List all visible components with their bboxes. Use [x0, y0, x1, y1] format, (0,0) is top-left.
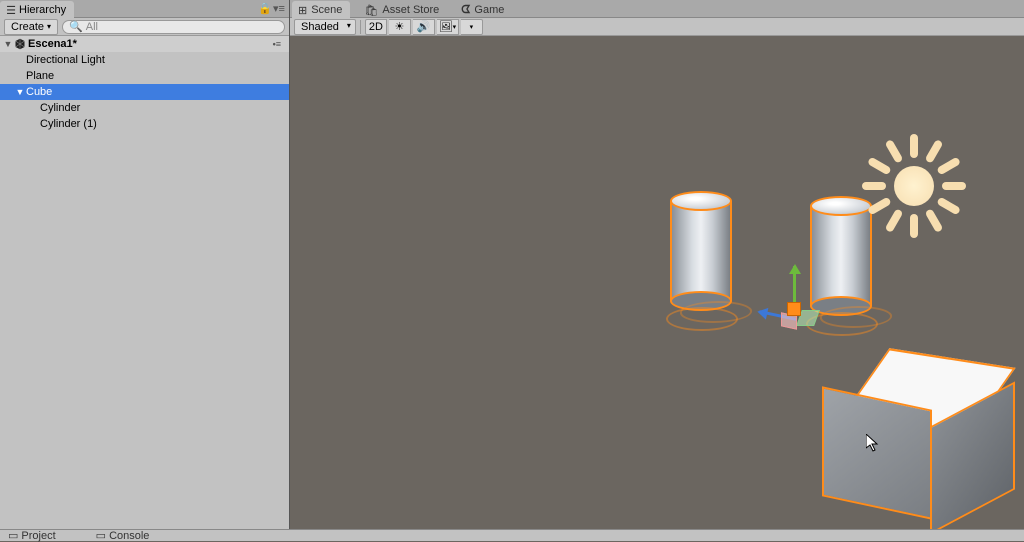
tab-label: Scene: [311, 4, 342, 16]
sun-ray: [910, 214, 918, 238]
cube-front-face: [822, 386, 932, 519]
fold-icon[interactable]: ▼: [14, 87, 26, 97]
tab-label: Game: [474, 4, 504, 16]
tab-game[interactable]: ᗧ Game: [455, 1, 512, 18]
toggle-2d-button[interactable]: 2D: [365, 19, 387, 35]
sun-ray: [867, 197, 892, 216]
sun-icon: ☀: [395, 20, 405, 33]
cylinder-top: [810, 196, 872, 216]
hierarchy-item[interactable]: Cylinder: [0, 100, 289, 116]
gizmo-y-axis[interactable]: [793, 266, 796, 306]
shading-mode-label: Shaded: [301, 21, 339, 33]
bottom-tab-bar: ▭ Project ▭ Console: [0, 529, 1024, 541]
toggle-2d-label: 2D: [369, 21, 383, 33]
item-label: Cylinder: [40, 102, 80, 114]
hierarchy-tab-label: Hierarchy: [19, 4, 66, 16]
fold-icon[interactable]: ▼: [2, 39, 14, 49]
gizmos-toggle[interactable]: ▾: [461, 19, 483, 35]
scene-name: Escena1*: [28, 38, 77, 50]
fx-toggle[interactable]: 🖼▾: [437, 19, 459, 35]
sun-ray: [885, 208, 904, 233]
item-label: Cube: [26, 86, 52, 98]
image-icon: 🖼: [439, 20, 453, 33]
hierarchy-item-selected[interactable]: ▼ Cube: [0, 84, 289, 100]
hierarchy-tab[interactable]: ☰ Hierarchy: [0, 1, 74, 18]
panel-dock-controls: 🔒 ▾≡: [259, 3, 289, 15]
unity-logo-icon: [14, 38, 26, 50]
scene-root[interactable]: ▼ Escena1* •≡: [0, 36, 289, 52]
hierarchy-icon: ☰: [6, 5, 16, 15]
hierarchy-tree[interactable]: ▼ Escena1* •≡ Directional Light Plane ▼ …: [0, 36, 289, 529]
cylinder-object[interactable]: [670, 201, 732, 301]
console-icon: ▭: [96, 529, 106, 542]
cylinder-top: [670, 191, 732, 211]
hierarchy-tab-bar: ☰ Hierarchy 🔒 ▾≡: [0, 0, 289, 18]
sun-ray: [862, 182, 886, 190]
tab-label: Project: [21, 530, 55, 542]
scene-view-panel: ⊞ Scene 🛍 Asset Store ᗧ Game Shaded 2D ☀…: [290, 0, 1024, 529]
hierarchy-item[interactable]: Directional Light: [0, 52, 289, 68]
scene-viewport[interactable]: [290, 36, 1024, 529]
sun-ray: [936, 197, 961, 216]
tab-label: Console: [109, 530, 149, 542]
shading-mode-dropdown[interactable]: Shaded: [294, 19, 356, 35]
sun-ray: [925, 139, 944, 164]
panel-menu-icon[interactable]: ▾≡: [273, 3, 285, 15]
tab-project[interactable]: ▭ Project: [8, 529, 56, 542]
tab-label: Asset Store: [382, 4, 439, 16]
item-label: Cylinder (1): [40, 118, 97, 130]
lighting-toggle[interactable]: ☀: [389, 19, 411, 35]
tab-console[interactable]: ▭ Console: [96, 529, 150, 542]
transform-gizmo[interactable]: [755, 266, 835, 346]
sun-ray: [910, 134, 918, 158]
audio-toggle[interactable]: 🔊: [413, 19, 435, 35]
dropdown-icon: ▾: [47, 22, 51, 31]
cylinder-body: [670, 201, 732, 301]
hierarchy-toolbar: Create ▾ 🔍 All: [0, 18, 289, 36]
sun-ray: [942, 182, 966, 190]
sun-ray: [885, 139, 904, 164]
directional-light-gizmo[interactable]: [864, 136, 964, 236]
tab-asset-store[interactable]: 🛍 Asset Store: [358, 1, 447, 18]
sun-ray: [925, 208, 944, 233]
scene-menu-icon[interactable]: •≡: [273, 39, 287, 49]
sun-ray: [867, 157, 892, 176]
scene-toolbar: Shaded 2D ☀ 🔊 🖼▾ ▾: [290, 18, 1024, 36]
dropdown-icon: ▾: [470, 23, 474, 31]
search-icon: 🔍: [69, 20, 83, 33]
audio-icon: 🔊: [417, 20, 431, 33]
create-label: Create: [11, 21, 44, 33]
scene-tab-bar: ⊞ Scene 🛍 Asset Store ᗧ Game: [290, 0, 1024, 18]
hierarchy-panel: ☰ Hierarchy 🔒 ▾≡ Create ▾ 🔍 All ▼ Escena…: [0, 0, 290, 529]
gizmo-center[interactable]: [787, 302, 801, 316]
item-label: Directional Light: [26, 54, 105, 66]
cube-object[interactable]: [840, 366, 990, 506]
selection-wireframe: [677, 301, 755, 323]
search-placeholder: All: [86, 21, 98, 33]
item-label: Plane: [26, 70, 54, 82]
scene-icon: ⊞: [298, 4, 307, 17]
hierarchy-item[interactable]: Plane: [0, 68, 289, 84]
hierarchy-item[interactable]: Cylinder (1): [0, 116, 289, 132]
asset-store-icon: 🛍: [364, 4, 378, 17]
search-input[interactable]: 🔍 All: [62, 20, 285, 34]
create-button[interactable]: Create ▾: [4, 19, 58, 35]
tab-scene[interactable]: ⊞ Scene: [292, 1, 350, 18]
sun-core: [894, 166, 934, 206]
sun-ray: [936, 157, 961, 176]
dropdown-icon: ▾: [453, 23, 457, 31]
folder-icon: ▭: [8, 529, 18, 542]
game-icon: ᗧ: [461, 4, 470, 17]
lock-icon[interactable]: 🔒: [259, 3, 271, 15]
